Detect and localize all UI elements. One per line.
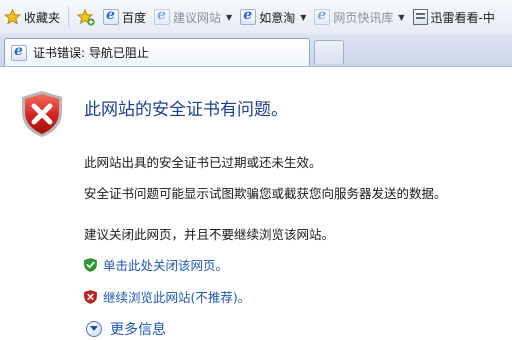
fav-link-label: 百度	[122, 10, 147, 25]
ie-page-icon	[103, 7, 120, 25]
favorites-button[interactable]: 收藏夹	[0, 6, 64, 28]
add-favorite-star-icon	[77, 8, 95, 26]
ie-page-icon	[314, 7, 331, 25]
fav-link-web-slice-gallery[interactable]: 网页快讯库 ▼	[310, 6, 408, 28]
browser-window: 收藏夹 百度 建议网站 ▼ 如意淘 ▼ 网页快讯库	[0, 0, 512, 340]
red-shield-x-icon	[84, 289, 97, 304]
continue-to-website-link[interactable]: 继续浏览此网站(不推荐)。	[84, 287, 250, 306]
fav-link-baidu[interactable]: 百度	[99, 6, 150, 28]
error-warning: 安全证书问题可能显示试图欺骗您或截获您向服务器发送的数据。	[84, 186, 447, 201]
fav-link-label: 迅雷看看-中	[430, 10, 495, 25]
continue-label: 继续浏览此网站(不推荐)。	[103, 290, 251, 305]
green-shield-check-icon	[84, 257, 97, 272]
tab-title: 证书错误: 导航已阻止	[33, 46, 149, 60]
ie-page-icon	[240, 7, 257, 25]
tab-certificate-error[interactable]: 证书错误: 导航已阻止	[4, 38, 310, 66]
favorites-bar: 收藏夹 百度 建议网站 ▼ 如意淘 ▼ 网页快讯库	[0, 0, 512, 35]
certificate-error-page: 此网站的安全证书有问题。 此网站出具的安全证书已过期或还未生效。 安全证书问题可…	[0, 67, 512, 340]
close-page-label: 单击此处关闭该网页。	[103, 258, 229, 273]
ie-page-icon	[11, 43, 27, 61]
add-favorite-button[interactable]	[73, 6, 99, 28]
chevron-down-icon: ▼	[226, 12, 233, 22]
favorites-label: 收藏夹	[24, 10, 61, 25]
ie-page-icon	[154, 7, 171, 25]
toolbar-separator	[68, 7, 70, 27]
page-icon	[412, 9, 428, 25]
fav-link-xunlei-kankan[interactable]: 迅雷看看-中	[409, 6, 499, 28]
expand-chevron-icon	[86, 321, 102, 337]
chevron-down-icon: ▼	[300, 12, 307, 22]
page-title: 此网站的安全证书有问题。	[84, 100, 288, 120]
fav-link-label: 网页快讯库	[333, 10, 394, 25]
more-information-toggle[interactable]: 更多信息	[86, 319, 166, 339]
star-icon	[4, 9, 21, 25]
fav-link-label: 如意淘	[259, 10, 296, 25]
recommendation-text: 建议关闭此网页，并且不要继续浏览该网站。	[84, 227, 335, 242]
tab-bar: 证书错误: 导航已阻止	[0, 34, 512, 67]
close-page-link[interactable]: 单击此处关闭该网页。	[84, 255, 228, 274]
more-information-label: 更多信息	[110, 322, 166, 338]
fav-link-ruyitao[interactable]: 如意淘 ▼	[236, 6, 310, 28]
chevron-down-icon: ▼	[398, 12, 405, 22]
error-description: 此网站出具的安全证书已过期或还未生效。	[84, 155, 322, 170]
new-tab-button[interactable]	[314, 40, 344, 64]
fav-link-label: 建议网站	[173, 10, 222, 25]
fav-link-suggested-sites[interactable]: 建议网站 ▼	[150, 6, 236, 28]
red-shield-x-icon	[22, 91, 62, 137]
